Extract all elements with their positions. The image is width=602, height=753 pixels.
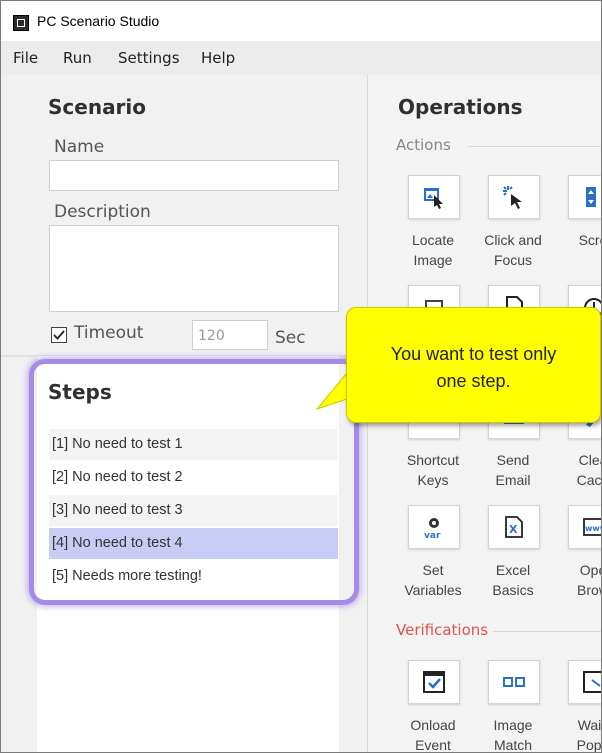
op-label: Excel Basics	[492, 562, 534, 598]
callout-line: You want to test only	[390, 344, 557, 364]
op-label: Click and Focus	[484, 232, 542, 268]
name-field[interactable]	[49, 160, 339, 191]
menu-settings[interactable]: Settings	[118, 49, 180, 67]
menu-file[interactable]: File	[13, 49, 38, 67]
app-window: PC Scenario Studio File Run Settings Hel…	[0, 0, 602, 753]
onload-event-button[interactable]	[408, 660, 460, 704]
menu-bar: File Run Settings Help	[1, 41, 601, 75]
click-focus-button[interactable]	[488, 175, 540, 219]
description-field[interactable]	[49, 225, 339, 312]
op-label: Send Email	[495, 452, 531, 488]
timeout-checkbox[interactable]	[51, 327, 67, 343]
callout-line: one step.	[436, 371, 511, 391]
svg-text:var: var	[424, 531, 441, 539]
timeout-label: Timeout	[74, 323, 144, 343]
menu-help[interactable]: Help	[201, 49, 235, 67]
open-browser-icon: www	[583, 518, 602, 536]
callout-text: You want to test only one step.	[351, 341, 596, 395]
app-icon	[13, 15, 29, 31]
window-title: PC Scenario Studio	[37, 13, 160, 29]
svg-text:www: www	[585, 524, 602, 533]
locate-image-icon	[424, 188, 443, 209]
name-label: Name	[54, 137, 105, 157]
op-label: CleaCach	[576, 452, 602, 488]
excel-basics-button[interactable]: X	[488, 505, 540, 549]
image-match-button[interactable]	[488, 660, 540, 704]
timeout-input[interactable]: 120	[192, 320, 268, 350]
description-label: Description	[54, 202, 151, 222]
op-label: Locate Image	[411, 232, 455, 268]
wait-popup-button[interactable]	[568, 660, 601, 704]
open-browser-button[interactable]: www	[568, 505, 602, 549]
title-bar: PC Scenario Studio	[1, 1, 601, 41]
set-variables-icon: var	[424, 518, 441, 539]
op-label: Shortcut Keys	[406, 452, 460, 488]
verifications-section-label: Verifications	[396, 621, 489, 639]
check-icon	[53, 330, 65, 340]
steps-highlight	[29, 359, 359, 605]
op-label: Set Variables	[404, 562, 462, 598]
scroll-icon	[586, 187, 596, 207]
click-focus-icon	[503, 186, 522, 209]
operations-heading: Operations	[398, 95, 523, 119]
op-label: WaitiPopu	[576, 717, 602, 753]
op-label: Onload Event	[410, 717, 456, 753]
menu-run[interactable]: Run	[63, 49, 92, 67]
svg-text:X: X	[509, 523, 518, 536]
op-label: Image Match	[493, 717, 533, 753]
op-label: OpeBrow	[577, 562, 601, 598]
wait-popup-icon	[583, 671, 601, 693]
scroll-button[interactable]	[568, 175, 601, 219]
image-match-icon	[503, 677, 525, 687]
timeout-unit: Sec	[275, 328, 306, 348]
actions-divider	[468, 146, 601, 147]
verifications-divider	[493, 631, 601, 632]
actions-section-label: Actions	[396, 136, 451, 154]
scenario-heading: Scenario	[48, 95, 147, 119]
op-label: Scro	[578, 232, 601, 248]
locate-image-button[interactable]	[408, 175, 460, 219]
set-variables-button[interactable]: var	[408, 505, 460, 549]
excel-icon: X	[505, 516, 523, 538]
onload-event-icon	[423, 671, 445, 693]
